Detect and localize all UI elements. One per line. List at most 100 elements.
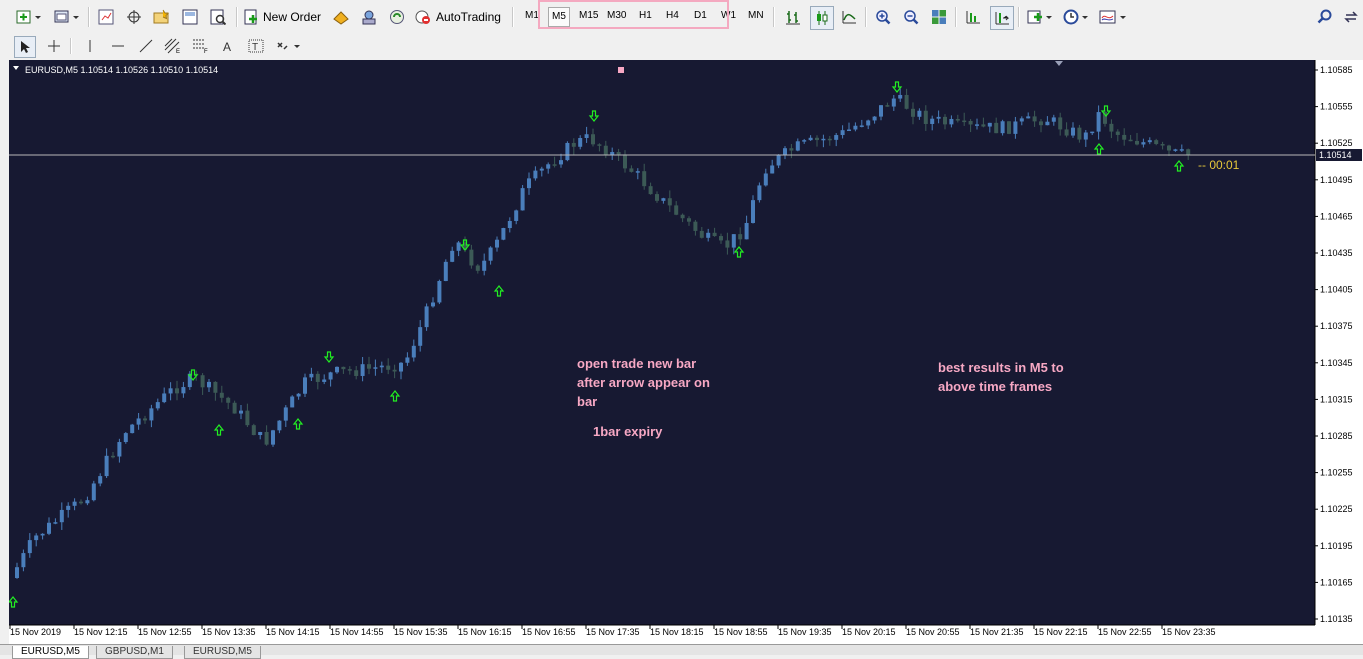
arrows-tool[interactable] [274, 36, 304, 56]
zoom-in-button[interactable] [872, 6, 894, 28]
terminal-button[interactable] [179, 6, 201, 28]
autotrading-icon [415, 10, 430, 24]
market-watch-button[interactable] [95, 6, 117, 28]
candle-body [591, 134, 595, 145]
candle-body [149, 408, 154, 421]
candle-body [495, 239, 499, 248]
vertical-line-tool[interactable] [80, 36, 100, 56]
help-icon [1344, 11, 1358, 23]
candle-body [623, 154, 627, 169]
timeframe-mn[interactable]: MN [748, 10, 764, 21]
candle-body [104, 455, 109, 477]
candle-body [1122, 134, 1127, 140]
chart-header: EURUSD,M5 1.10514 1.10526 1.10510 1.1051… [25, 65, 218, 75]
time-tick-label: 15 Nov 22:15 [1034, 627, 1088, 637]
candle-body [482, 260, 487, 271]
candle-body [962, 120, 967, 123]
chart-tab-3[interactable]: EURUSD,M5 [184, 646, 261, 659]
candle-body [751, 200, 755, 223]
candle-body [821, 138, 826, 141]
strategy-tester-button[interactable] [207, 6, 229, 28]
candle-body [85, 500, 90, 504]
candle-body [258, 432, 263, 436]
time-tick-label: 15 Nov 15:35 [394, 627, 448, 637]
candle-body [757, 185, 762, 201]
candle-body [584, 134, 589, 138]
candle-body [456, 242, 461, 251]
zoom-out-button[interactable] [900, 6, 922, 28]
annotation-line-1: open trade new bar [577, 356, 696, 371]
autotrading-button[interactable]: AutoTrading [414, 6, 508, 28]
candle-body [207, 381, 211, 388]
candle-body [597, 144, 602, 146]
candle-body [770, 165, 775, 174]
candle-body [802, 140, 807, 142]
auto-scroll-icon [995, 12, 1010, 25]
price-tick-label: 1.10135 [1320, 614, 1353, 624]
templates-button[interactable] [1097, 6, 1129, 28]
candle-body [1135, 140, 1139, 145]
cursor-tool[interactable] [14, 36, 36, 58]
chart-tab-1[interactable]: EURUSD,M5 [12, 646, 89, 659]
trendline-tool[interactable] [136, 36, 156, 56]
candle-body [789, 148, 794, 151]
candle-body [418, 327, 423, 346]
navigator-button[interactable] [151, 6, 173, 28]
candle-body [853, 125, 858, 130]
vertical-line-icon [89, 40, 91, 52]
profiles-button[interactable] [52, 6, 82, 28]
tile-windows-button[interactable] [928, 6, 950, 28]
candle-body [943, 116, 947, 125]
auto-scroll-button[interactable] [990, 6, 1014, 30]
metaeditor-button[interactable] [386, 6, 408, 28]
candle-body [1141, 142, 1146, 145]
candle-body [59, 509, 64, 523]
annotation-line-2: after arrow appear on [577, 375, 710, 390]
bar-chart-button[interactable] [782, 6, 804, 28]
candle-body [975, 124, 979, 126]
help-button[interactable] [1341, 6, 1361, 28]
line-chart-button[interactable] [838, 6, 860, 28]
signals-button[interactable] [330, 6, 352, 28]
equidistant-channel-tool[interactable]: E [162, 36, 184, 56]
time-tick-label: 15 Nov 16:15 [458, 627, 512, 637]
drawing-toolbar: E F A T [0, 34, 1363, 58]
price-tick-label: 1.10225 [1320, 504, 1353, 514]
candle-body [763, 173, 768, 186]
candle-body [514, 210, 519, 221]
indicators-button[interactable] [1025, 6, 1055, 28]
timeframe-m1[interactable]: M1 [525, 10, 539, 21]
candlestick-button[interactable] [810, 6, 834, 30]
candle-body [1154, 140, 1159, 145]
periods-button[interactable] [1061, 6, 1091, 28]
price-tick-label: 1.10495 [1320, 175, 1353, 185]
trendline-icon [139, 39, 153, 53]
horizontal-line-tool[interactable] [108, 36, 128, 56]
candle-body [373, 367, 378, 369]
new-order-button[interactable]: New Order [243, 6, 325, 28]
candle-body [699, 230, 704, 238]
new-chart-button[interactable] [14, 6, 44, 28]
text-label-tool[interactable]: T [246, 36, 266, 56]
text-tool[interactable]: A [218, 36, 238, 56]
candle-body [213, 381, 218, 393]
candle-body [840, 130, 845, 136]
candle-body [1186, 149, 1191, 156]
price-tick-label: 1.10195 [1320, 541, 1353, 551]
time-tick-label: 15 Nov 19:35 [778, 627, 832, 637]
chart-window[interactable]: EURUSD,M5 1.10514 1.10526 1.10510 1.1051… [9, 60, 1363, 644]
search-button[interactable] [1315, 6, 1335, 28]
market-button[interactable] [358, 6, 380, 28]
candle-body [424, 306, 429, 328]
chart-shift-button[interactable] [962, 6, 984, 28]
candle-body [283, 407, 288, 421]
candle-body [911, 108, 915, 117]
candle-body [565, 142, 570, 161]
crosshair-tool[interactable] [44, 36, 64, 56]
chart-tab-2[interactable]: GBPUSD,M1 [96, 646, 173, 659]
fibonacci-tool[interactable]: F [190, 36, 212, 56]
data-window-button[interactable] [123, 6, 145, 28]
search-icon [1317, 9, 1332, 24]
price-chart[interactable]: EURUSD,M5 1.10514 1.10526 1.10510 1.1051… [9, 60, 1363, 644]
candle-body [123, 433, 128, 443]
